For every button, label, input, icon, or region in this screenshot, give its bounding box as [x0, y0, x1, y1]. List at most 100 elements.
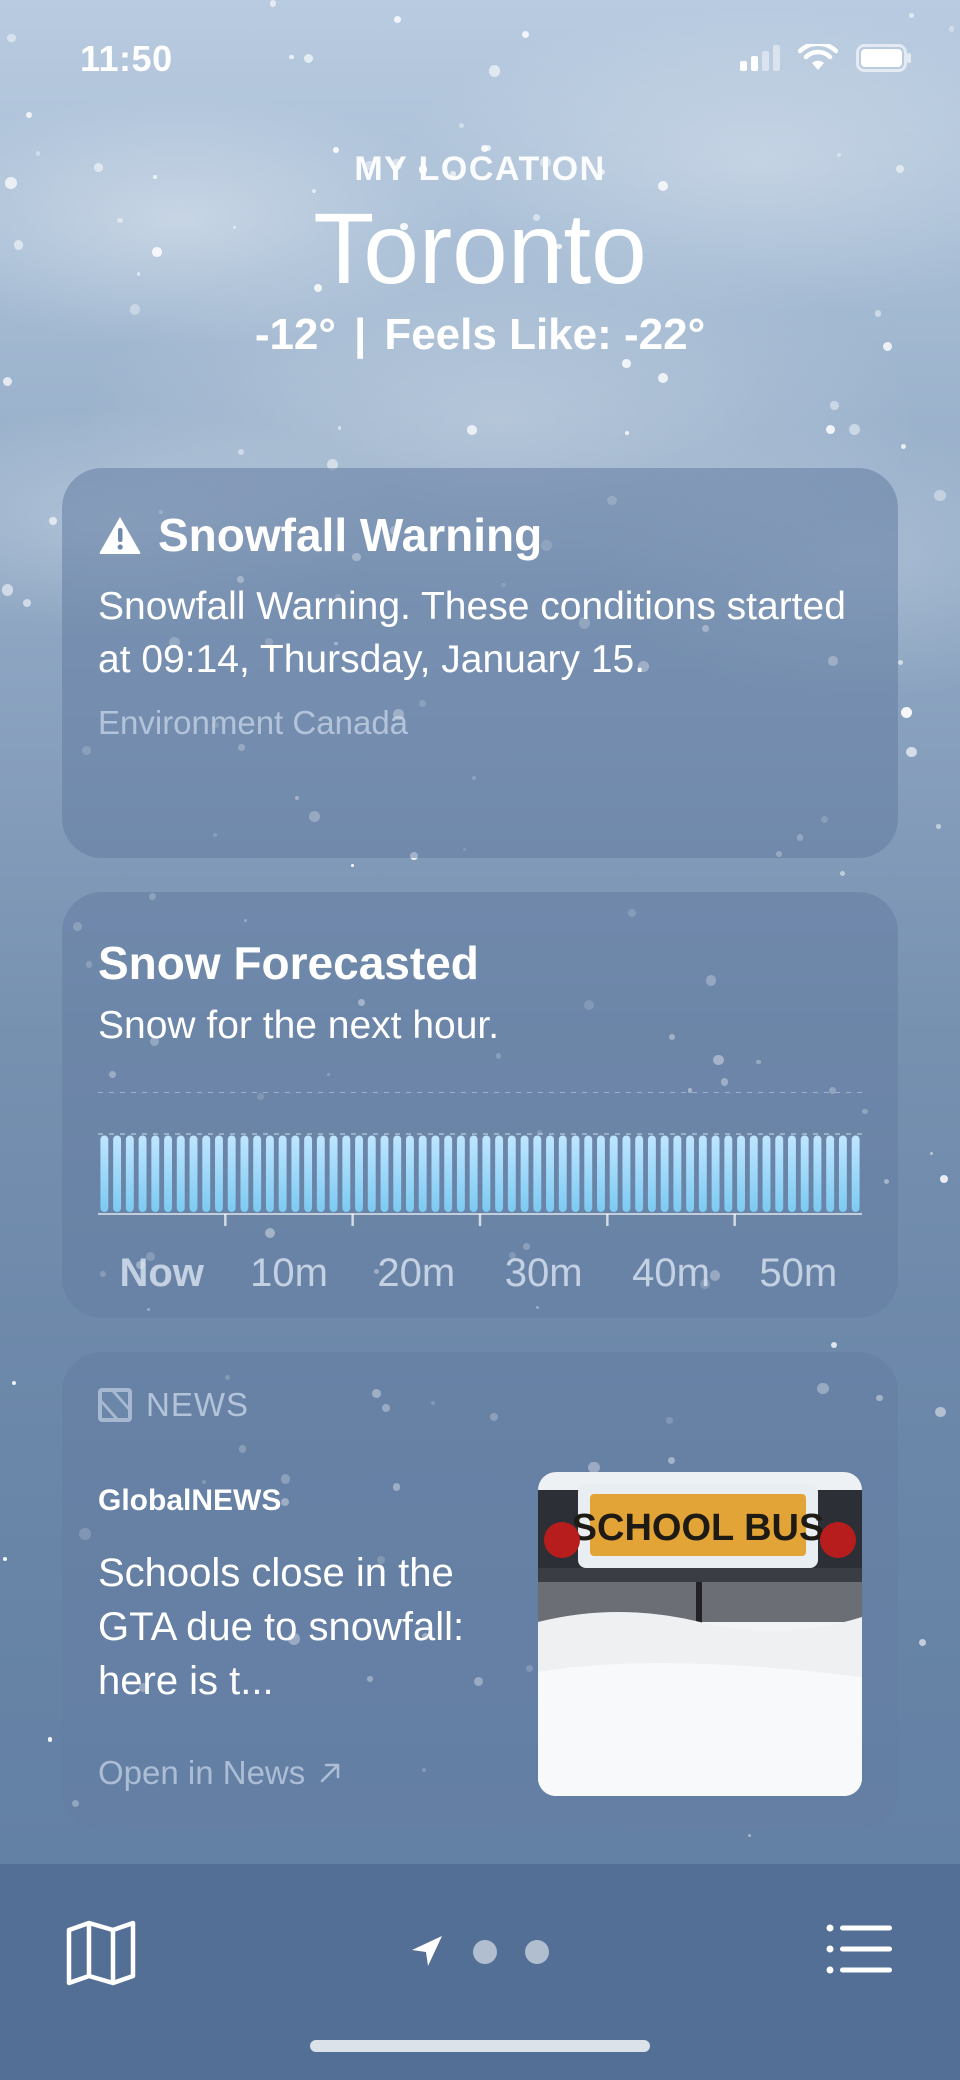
current-temperature: -12°	[254, 310, 337, 359]
snowflake	[897, 659, 903, 665]
precipitation-bar	[367, 1135, 376, 1212]
snow-forecast-card[interactable]: Snow Forecasted Snow for the next hour. …	[62, 892, 898, 1318]
warning-title-row: Snowfall Warning	[98, 508, 862, 562]
snowflake	[22, 598, 31, 607]
precipitation-bar	[724, 1135, 733, 1212]
precipitation-bar	[838, 1135, 847, 1212]
precipitation-bar	[533, 1135, 542, 1212]
page-indicator-dot-2[interactable]	[525, 1940, 549, 1964]
chart-tick-label: 10m	[250, 1251, 328, 1295]
map-icon[interactable]	[66, 1920, 136, 1986]
precipitation-bar	[775, 1135, 784, 1212]
precipitation-bar	[329, 1135, 338, 1212]
precipitation-bar	[813, 1135, 822, 1212]
precipitation-bar	[164, 1135, 172, 1212]
snowflake	[929, 1151, 933, 1155]
precipitation-bar	[189, 1135, 198, 1212]
feels-like: Feels Like: -22°	[384, 310, 706, 359]
precipitation-bar	[304, 1135, 313, 1212]
precipitation-bar	[698, 1135, 707, 1212]
snowflake	[940, 1175, 949, 1183]
precipitation-bar	[100, 1135, 109, 1212]
city-name: Toronto	[313, 193, 647, 305]
location-header: MY LOCATION Toronto -12° | Feels Like: -22…	[0, 150, 960, 360]
precipitation-bar	[686, 1135, 695, 1212]
open-in-news-link[interactable]: Open in News	[98, 1754, 343, 1792]
snowflake	[830, 400, 840, 410]
snowflake	[2, 376, 12, 386]
precipitation-bar	[240, 1135, 249, 1212]
snowflake	[658, 372, 669, 383]
precipitation-bar	[558, 1135, 567, 1212]
battery-icon	[856, 44, 911, 72]
precipitation-bar	[660, 1135, 669, 1212]
precipitation-bar	[406, 1135, 414, 1212]
news-card[interactable]: NEWS GlobalNEWS Schools close in the GTA…	[62, 1352, 898, 1830]
snowflake	[49, 517, 57, 525]
snowflake	[934, 489, 947, 502]
chart-tick-label: 30m	[505, 1251, 583, 1295]
snowflake	[935, 1406, 946, 1418]
snowflake	[901, 444, 907, 450]
precipitation-bar	[609, 1135, 618, 1212]
snowflake	[826, 425, 836, 435]
snowflake	[467, 425, 478, 435]
temperature-summary: -12° | Feels Like: -22°	[0, 310, 960, 360]
precipitation-bar	[113, 1135, 122, 1212]
precipitation-bar	[380, 1135, 389, 1212]
precipitation-bar	[355, 1135, 363, 1212]
precipitation-bar	[788, 1135, 796, 1212]
warning-triangle-icon	[99, 517, 141, 554]
news-label-row: NEWS	[98, 1386, 862, 1424]
precipitation-bar	[647, 1135, 656, 1212]
snowflake	[350, 863, 355, 868]
home-indicator	[310, 2040, 650, 2052]
location-arrow-icon[interactable]	[410, 1934, 444, 1968]
page-indicator-dot-1[interactable]	[473, 1940, 497, 1964]
snowflake	[624, 430, 630, 436]
precipitation-bar	[291, 1135, 300, 1212]
precipitation-bar	[393, 1135, 402, 1212]
chart-tick-label: 20m	[377, 1251, 455, 1295]
precipitation-bar	[520, 1135, 529, 1212]
precipitation-bar	[176, 1135, 185, 1212]
snowflake	[47, 1737, 53, 1742]
location-label: MY LOCATION	[354, 150, 606, 188]
precipitation-bar	[418, 1135, 427, 1212]
precipitation-bar	[138, 1135, 147, 1212]
precipitation-bar	[851, 1135, 860, 1212]
snowflake	[12, 1380, 17, 1386]
snowflake	[2, 1556, 8, 1562]
news-thumbnail[interactable]: SCHOOL BUS	[538, 1472, 862, 1796]
precipitation-bar	[215, 1135, 223, 1212]
warning-body: Snowfall Warning. These conditions start…	[98, 585, 846, 681]
snowflake	[906, 746, 917, 758]
precipitation-bar	[456, 1135, 465, 1212]
forecast-title: Snow Forecasted	[98, 937, 479, 989]
snowfall-warning-card[interactable]: Snowfall Warning Snowfall Warning. These…	[62, 468, 898, 858]
school-bus-image: SCHOOL BUS	[538, 1472, 862, 1796]
precipitation-bar	[278, 1135, 287, 1212]
precipitation-bar	[737, 1135, 745, 1212]
precipitation-chart: Now 10m 20m 30m 40m 50m	[98, 1092, 862, 1295]
snowflake	[936, 824, 941, 829]
news-headline[interactable]: Schools close in the GTA due to snowfall…	[98, 1546, 498, 1708]
precipitation-bar	[431, 1135, 440, 1212]
list-icon[interactable]	[826, 1924, 892, 1974]
publisher-name: GlobalNEWS	[98, 1484, 282, 1517]
precipitation-bar	[749, 1135, 758, 1212]
precipitation-bar	[546, 1135, 554, 1212]
precipitation-bar	[316, 1135, 325, 1212]
news-label: NEWS	[146, 1386, 249, 1423]
wifi-icon	[798, 44, 838, 70]
precipitation-bar	[151, 1135, 160, 1212]
precipitation-bar	[711, 1135, 720, 1212]
precipitation-bar	[584, 1135, 593, 1212]
chart-tick-label: Now	[119, 1251, 204, 1295]
snowflake	[900, 707, 912, 719]
precipitation-bar	[482, 1135, 491, 1212]
precipitation-bar	[762, 1135, 771, 1212]
warning-title: Snowfall Warning	[158, 509, 543, 561]
precipitation-bar	[495, 1135, 504, 1212]
precipitation-bar	[342, 1135, 351, 1212]
